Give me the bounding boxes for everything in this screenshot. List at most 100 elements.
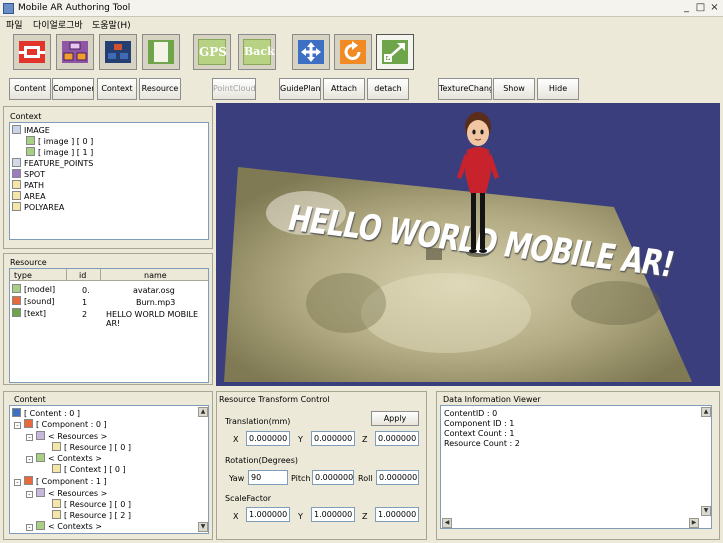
guideplane-button[interactable]: GuidePlane — [279, 78, 321, 100]
menu-dialog[interactable]: 다이얼로그바 — [33, 18, 83, 31]
column-header-name[interactable]: name — [144, 271, 167, 280]
component-tab-button[interactable]: Component — [52, 78, 94, 100]
expand-icon[interactable]: - — [26, 524, 33, 531]
info-line: Component ID : 1 — [444, 419, 515, 428]
content-button[interactable]: Content — [9, 78, 51, 100]
resource-table[interactable]: type id name [model] 0. avatar.osg [soun… — [9, 268, 209, 383]
tree-item[interactable]: [ Resource ] [ 0 ] — [52, 499, 131, 510]
contexts-icon — [36, 453, 45, 462]
detach-button[interactable]: detach — [367, 78, 409, 100]
tree-item[interactable]: [ Content : 0 ] — [12, 408, 80, 419]
tree-item[interactable]: - < Contexts > — [26, 521, 102, 532]
info-line: ContentID : 0 — [444, 409, 498, 418]
rotate-button[interactable] — [334, 34, 372, 70]
tree-item[interactable]: -[ Component : 0 ] — [14, 419, 107, 430]
info-scroll-down-button[interactable]: ▼ — [701, 506, 711, 516]
rotation-roll-field[interactable] — [376, 470, 419, 485]
context-tree[interactable]: IMAGE [ image ] [ 0 ] [ image ] [ 1 ] FE… — [9, 122, 209, 240]
scroll-down-button[interactable]: ▼ — [198, 522, 208, 532]
panel-button[interactable] — [142, 34, 180, 70]
gps-icon: GPS — [198, 39, 227, 65]
scale-x-field[interactable] — [246, 507, 290, 522]
translation-y-field[interactable] — [311, 431, 355, 446]
tree-item[interactable]: PATH — [12, 180, 44, 191]
tree-item[interactable]: - < Resources > — [26, 488, 107, 499]
expand-icon[interactable]: - — [14, 479, 21, 486]
minimize-button[interactable]: _ — [680, 2, 693, 14]
resources-icon — [36, 488, 45, 497]
info-pane-title: Data Information Viewer — [443, 395, 541, 404]
column-header-type[interactable]: type — [14, 271, 32, 280]
content-tree[interactable]: [ Content : 0 ] -[ Component : 0 ] - < Re… — [9, 405, 209, 534]
tree-item[interactable]: POLYAREA — [12, 202, 64, 213]
hide-button[interactable]: Hide — [537, 78, 579, 100]
tree-item[interactable]: [ Context ] [ 0 ] — [52, 464, 126, 475]
layout-button[interactable] — [99, 34, 137, 70]
tree-item[interactable]: IMAGE — [12, 125, 50, 136]
content-frame-button[interactable] — [13, 34, 51, 70]
text-icon — [12, 308, 21, 317]
expand-icon[interactable]: - — [26, 456, 33, 463]
expand-icon[interactable]: - — [26, 434, 33, 441]
tree-item[interactable]: [ Resource ] [ 2 ] — [52, 510, 131, 521]
scale-y-field[interactable] — [311, 507, 355, 522]
tree-item[interactable]: SPOT — [12, 169, 45, 180]
scale-z-field[interactable] — [375, 507, 419, 522]
tree-item[interactable]: -[ Component : 1 ] — [14, 476, 107, 487]
translation-x-field[interactable] — [246, 431, 290, 446]
content-pane-title: Content — [14, 395, 46, 404]
show-button[interactable]: Show — [493, 78, 535, 100]
rotation-yaw-field[interactable] — [248, 470, 288, 485]
window-title: Mobile AR Authoring Tool — [18, 3, 131, 13]
resource-icon — [52, 442, 61, 451]
component-button[interactable] — [56, 34, 94, 70]
scale-button[interactable] — [376, 34, 414, 70]
expand-icon[interactable]: - — [14, 422, 21, 429]
info-scroll-right-button[interactable]: ▶ — [689, 518, 699, 528]
pointcloud-button[interactable]: PointCloud — [212, 78, 256, 100]
component-icon — [62, 41, 88, 63]
image-icon — [26, 136, 35, 145]
apply-button[interactable]: Apply — [371, 411, 419, 426]
table-cell: HELLO WORLD MOBILE AR! — [106, 310, 199, 328]
tree-item[interactable]: FEATURE_POINTS — [12, 158, 93, 169]
gps-button[interactable]: GPS — [193, 34, 231, 70]
scale-label: ScaleFactor — [225, 494, 272, 503]
y-label: Y — [298, 435, 303, 444]
menu-bar: 파일 다이얼로그바 도움말(H) — [0, 17, 723, 31]
scroll-up-button[interactable]: ▲ — [198, 407, 208, 417]
ar-viewport[interactable]: HELLO WORLD MOBILE AR! — [216, 103, 720, 386]
tree-item[interactable]: AREA — [12, 191, 46, 202]
context-button[interactable]: Context — [97, 78, 137, 100]
expand-icon[interactable]: - — [26, 491, 33, 498]
move-button[interactable] — [292, 34, 330, 70]
attach-button[interactable]: Attach — [323, 78, 365, 100]
tree-item[interactable]: [ image ] [ 1 ] — [26, 147, 93, 158]
tree-item[interactable]: - < Resources > — [26, 431, 107, 442]
info-scroll-up-button[interactable]: ▲ — [701, 407, 711, 417]
tree-item[interactable]: [ Resource ] [ 0 ] — [52, 442, 131, 453]
tree-item[interactable]: - < Contexts > — [26, 453, 102, 464]
title-bar: Mobile AR Authoring Tool _ □ × — [0, 0, 723, 17]
close-button[interactable]: × — [708, 2, 721, 14]
column-header-id[interactable]: id — [79, 271, 86, 280]
info-viewer[interactable]: ContentID : 0 Component ID : 1 Context C… — [440, 405, 712, 529]
translation-z-field[interactable] — [375, 431, 419, 446]
back-button[interactable]: Back — [238, 34, 276, 70]
menu-help[interactable]: 도움말(H) — [92, 18, 131, 31]
context-pane-title: Context — [10, 112, 42, 121]
info-scroll-left-button[interactable]: ◀ — [442, 518, 452, 528]
table-row[interactable]: [text] — [12, 308, 46, 319]
table-row[interactable]: [sound] — [12, 296, 55, 307]
rotation-pitch-field[interactable] — [312, 470, 354, 485]
column-divider — [100, 269, 101, 281]
texturechange-button[interactable]: TextureChange — [438, 78, 492, 100]
sound-icon — [12, 296, 21, 305]
maximize-button[interactable]: □ — [694, 2, 707, 14]
tree-item[interactable]: [ image ] [ 0 ] — [26, 136, 93, 147]
menu-file[interactable]: 파일 — [6, 18, 23, 31]
resource-button[interactable]: Resource — [139, 78, 181, 100]
pitch-label: Pitch — [291, 474, 311, 483]
table-row[interactable]: [model] — [12, 284, 55, 295]
app-icon — [3, 3, 14, 14]
